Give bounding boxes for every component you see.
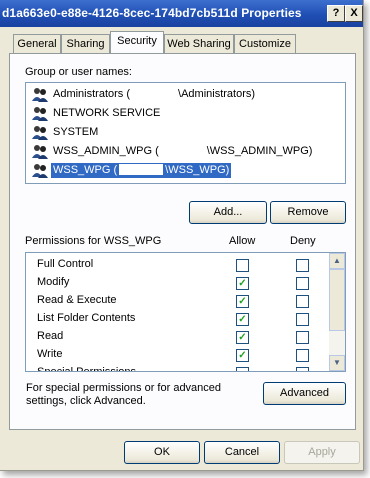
allow-checkbox[interactable]: ✓ — [236, 349, 249, 362]
group-user-list[interactable]: Administrators (\Administrators) NETWORK … — [25, 82, 346, 184]
ok-button-label: OK — [154, 446, 170, 458]
permission-row: Write ✓ — [26, 346, 326, 364]
title-bar[interactable]: d1a663e0-e88e-4126-8cec-174bd7cb511d Pro… — [0, 0, 363, 27]
group-list-item[interactable]: SYSTEM — [29, 124, 341, 141]
permissions-scrollbar[interactable]: ▲ ▼ — [329, 253, 345, 371]
user-group-icon — [32, 163, 48, 178]
permission-row: Read & Execute ✓ — [26, 292, 326, 310]
group-list-item-label: WSS_WPG (\WSS_WPG) — [51, 163, 232, 178]
deny-checkbox[interactable] — [296, 313, 309, 326]
ok-button[interactable]: OK — [124, 441, 200, 464]
group-list-item-label: Administrators (\Administrators) — [53, 88, 256, 100]
permissions-list[interactable]: Full Control Modify ✓ Read & Execute ✓ List F… — [25, 252, 346, 372]
deny-checkbox[interactable] — [296, 349, 309, 362]
permission-name: List Folder Contents — [37, 312, 136, 324]
apply-button[interactable]: Apply — [284, 441, 360, 464]
tab-general[interactable]: General — [13, 34, 61, 53]
properties-window: d1a663e0-e88e-4126-8cec-174bd7cb511d Pro… — [0, 0, 364, 471]
add-button-label: Add... — [213, 206, 243, 218]
tab-web-sharing[interactable]: Web Sharing — [164, 34, 234, 53]
scroll-up-icon[interactable]: ▲ — [329, 253, 345, 269]
permission-row: List Folder Contents ✓ — [26, 310, 326, 328]
tab-security[interactable]: Security — [110, 31, 164, 53]
scroll-thumb[interactable] — [329, 269, 345, 331]
allow-checkbox[interactable]: ✓ — [236, 277, 249, 290]
deny-checkbox[interactable] — [296, 331, 309, 344]
permissions-header: Permissions for WSS_WPG — [25, 235, 162, 247]
allow-header: Allow — [229, 235, 256, 247]
permission-name: Special Permissions — [37, 366, 137, 372]
allow-checkbox[interactable] — [236, 367, 249, 371]
help-button[interactable]: ? — [327, 5, 345, 22]
close-button[interactable]: X — [345, 5, 363, 22]
group-list-item-label: NETWORK SERVICE — [53, 107, 161, 119]
user-group-icon — [32, 125, 48, 140]
allow-checkbox[interactable]: ✓ — [236, 295, 249, 308]
add-button[interactable]: Add... — [189, 201, 267, 224]
redacted-domain — [160, 145, 205, 156]
window-title: d1a663e0-e88e-4126-8cec-174bd7cb511d Pro… — [2, 6, 302, 20]
permission-name: Full Control — [37, 258, 94, 270]
permission-row: Modify ✓ — [26, 274, 326, 292]
group-list-item[interactable]: WSS_WPG (\WSS_WPG) — [29, 162, 341, 179]
scroll-down-icon[interactable]: ▼ — [329, 355, 345, 371]
user-group-icon — [32, 144, 48, 159]
permission-name: Write — [37, 348, 63, 360]
deny-checkbox[interactable] — [296, 295, 309, 308]
group-list-item[interactable]: WSS_ADMIN_WPG (\WSS_ADMIN_WPG) — [29, 143, 341, 160]
permission-row: Full Control — [26, 256, 326, 274]
permission-name: Read & Execute — [37, 294, 117, 306]
deny-checkbox[interactable] — [296, 259, 309, 272]
deny-checkbox[interactable] — [296, 277, 309, 290]
allow-checkbox[interactable]: ✓ — [236, 331, 249, 344]
cancel-button[interactable]: Cancel — [204, 441, 280, 464]
advanced-hint: For special permissions or for advanced … — [26, 382, 222, 407]
deny-header: Deny — [290, 235, 316, 247]
redacted-domain — [132, 88, 177, 99]
user-group-icon — [32, 106, 48, 121]
permission-name: Modify — [37, 276, 70, 288]
group-list-item-label: WSS_ADMIN_WPG (\WSS_ADMIN_WPG) — [53, 145, 313, 157]
group-list-item[interactable]: Administrators (\Administrators) — [29, 86, 341, 103]
apply-button-label: Apply — [308, 446, 336, 458]
user-group-icon — [32, 87, 48, 102]
deny-checkbox[interactable] — [296, 367, 309, 371]
allow-checkbox[interactable]: ✓ — [236, 313, 249, 326]
group-names-label: Group or user names: — [25, 66, 132, 78]
remove-button[interactable]: Remove — [270, 201, 346, 224]
permission-row: Special Permissions — [26, 364, 326, 372]
group-list-item-label: SYSTEM — [53, 126, 99, 138]
allow-checkbox[interactable] — [236, 259, 249, 272]
redacted-domain — [119, 164, 164, 175]
permission-name: Read — [37, 330, 64, 342]
cancel-button-label: Cancel — [224, 446, 260, 458]
advanced-button-label: Advanced — [280, 387, 329, 399]
tab-customize[interactable]: Customize — [234, 34, 296, 53]
group-list-item[interactable]: NETWORK SERVICE — [29, 105, 341, 122]
remove-button-label: Remove — [287, 206, 329, 218]
advanced-button[interactable]: Advanced — [263, 382, 346, 405]
permission-row: Read ✓ — [26, 328, 326, 346]
tab-sharing[interactable]: Sharing — [61, 34, 110, 53]
